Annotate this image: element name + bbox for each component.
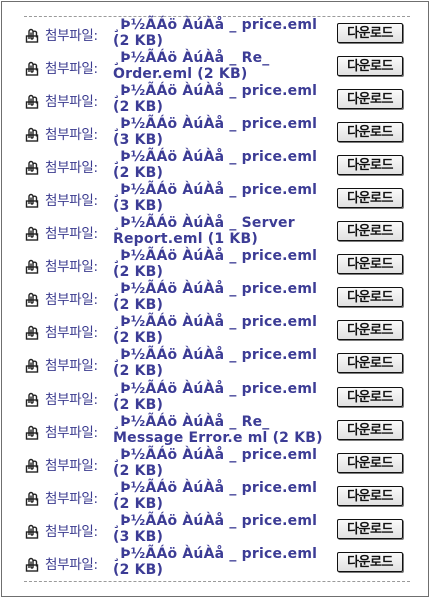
attachment-filename-link[interactable]: ¸Þ½ÃÁö ÀúÀå _ price.eml (2 KB) [113,149,323,181]
paperclip-icon [24,457,40,473]
attachment-list: 첨부파일: ¸Þ½ÃÁö ÀúÀå _ price.eml (2 KB) 다운로… [0,17,432,579]
attachment-label: 첨부파일: [45,358,98,375]
attachment-label: 첨부파일: [45,28,98,44]
attachment-label: 첨부파일: [45,94,98,111]
attachment-filename-link[interactable]: ¸Þ½ÃÁö ÀúÀå _ price.eml (2 KB) [113,248,323,280]
attachment-label: 첨부파일: [45,325,98,342]
attachment-filename-link[interactable]: ¸Þ½ÃÁö ÀúÀå _ price.eml (2 KB) [113,281,323,313]
download-button[interactable]: 다운로드 [337,56,403,77]
paperclip-icon [24,490,40,506]
attachment-label: 첨부파일: [45,127,98,144]
attachment-filename-link[interactable]: ¸Þ½ÃÁö ÀúÀå _ price.eml (2 KB) [113,83,323,115]
attachment-filename-link[interactable]: ¸Þ½ÃÁö ÀúÀå _ price.eml (2 KB) [113,347,323,379]
attachment-label: 첨부파일: [45,391,98,408]
paperclip-icon [24,391,40,407]
attachment-label: 첨부파일: [45,226,98,243]
attachment-row: 첨부파일: ¸Þ½ÃÁö ÀúÀå _ price.eml (3 KB) 다운로… [0,116,432,149]
attachment-label: 첨부파일: [45,523,98,540]
attachment-filename-link[interactable]: ¸Þ½ÃÁö ÀúÀå _ price.eml (2 KB) [113,546,323,578]
attachment-row: 첨부파일: ¸Þ½ÃÁö ÀúÀå _ Server Report.eml (1… [0,215,432,248]
attachment-label: 첨부파일: [45,160,98,177]
paperclip-icon [24,556,40,572]
download-button[interactable]: 다운로드 [337,485,403,506]
attachment-label: 첨부파일: [45,457,98,474]
paperclip-icon [24,258,40,275]
attachment-row: 첨부파일: ¸Þ½ÃÁö ÀúÀå _ price.eml (2 KB) 다운로… [0,546,432,579]
download-button[interactable]: 다운로드 [337,419,403,440]
attachment-row: 첨부파일: ¸Þ½ÃÁö ÀúÀå _ price.eml (2 KB) 다운로… [0,447,432,480]
paperclip-icon [24,225,40,241]
attachment-row: 첨부파일: ¸Þ½ÃÁö ÀúÀå _ Re_ Order.eml (2 KB)… [0,50,432,83]
attachment-label: 첨부파일: [45,556,98,573]
attachment-filename-link[interactable]: ¸Þ½ÃÁö ÀúÀå _ price.eml (2 KB) [113,381,323,413]
paperclip-icon [24,357,40,374]
download-button[interactable]: 다운로드 [337,353,403,374]
attachment-label: 첨부파일: [45,259,98,276]
attachment-filename-link[interactable]: ¸Þ½ÃÁö ÀúÀå _ price.eml (3 KB) [113,116,323,148]
attachment-filename-link[interactable]: ¸Þ½ÃÁö ÀúÀå _ Re_ Message Error.e ml (2 … [113,414,323,446]
paperclip-icon [24,192,40,208]
paperclip-icon [24,126,40,142]
attachment-label: 첨부파일: [45,193,98,210]
download-button[interactable]: 다운로드 [337,386,403,407]
download-button[interactable]: 다운로드 [337,188,403,209]
attachment-row: 첨부파일: ¸Þ½ÃÁö ÀúÀå _ price.eml (2 KB) 다운로… [0,248,432,281]
paperclip-icon [24,324,40,341]
attachment-row: 첨부파일: ¸Þ½ÃÁö ÀúÀå _ price.eml (2 KB) 다운로… [0,381,432,414]
attachment-label: 첨부파일: [45,61,98,78]
download-button[interactable]: 다운로드 [337,320,403,341]
download-button[interactable]: 다운로드 [337,122,403,143]
download-button[interactable]: 다운로드 [337,23,403,43]
paperclip-icon [24,27,40,43]
attachment-row: 첨부파일: ¸Þ½ÃÁö ÀúÀå _ price.eml (2 KB) 다운로… [0,83,432,116]
attachment-row: 첨부파일: ¸Þ½ÃÁö ÀúÀå _ Re_ Message Error.e … [0,414,432,447]
bottom-divider [24,581,410,582]
attachment-filename-link[interactable]: ¸Þ½ÃÁö ÀúÀå _ price.eml (2 KB) [113,17,323,49]
attachment-filename-link[interactable]: ¸Þ½ÃÁö ÀúÀå _ Re_ Order.eml (2 KB) [113,50,323,82]
attachment-filename-link[interactable]: ¸Þ½ÃÁö ÀúÀå _ price.eml (2 KB) [113,447,323,479]
download-button[interactable]: 다운로드 [337,89,403,110]
attachment-row: 첨부파일: ¸Þ½ÃÁö ÀúÀå _ price.eml (2 KB) 다운로… [0,314,432,347]
attachment-row: 첨부파일: ¸Þ½ÃÁö ÀúÀå _ price.eml (2 KB) 다운로… [0,149,432,182]
attachment-label: 첨부파일: [45,292,98,309]
download-button[interactable]: 다운로드 [337,254,403,275]
attachment-filename-link[interactable]: ¸Þ½ÃÁö ÀúÀå _ price.eml (3 KB) [113,513,323,545]
attachment-filename-link[interactable]: ¸Þ½ÃÁö ÀúÀå _ price.eml (3 KB) [113,182,323,214]
download-button[interactable]: 다운로드 [337,221,403,242]
download-button[interactable]: 다운로드 [337,551,403,572]
download-button[interactable]: 다운로드 [337,518,403,539]
attachment-filename-link[interactable]: ¸Þ½ÃÁö ÀúÀå _ price.eml (2 KB) [113,480,323,512]
paperclip-icon [24,93,40,109]
download-button[interactable]: 다운로드 [337,452,403,473]
attachment-row: 첨부파일: ¸Þ½ÃÁö ÀúÀå _ price.eml (2 KB) 다운로… [0,17,432,50]
attachment-row: 첨부파일: ¸Þ½ÃÁö ÀúÀå _ price.eml (3 KB) 다운로… [0,513,432,546]
paperclip-icon [24,523,40,539]
attachment-row: 첨부파일: ¸Þ½ÃÁö ÀúÀå _ price.eml (2 KB) 다운로… [0,347,432,380]
attachment-filename-link[interactable]: ¸Þ½ÃÁö ÀúÀå _ Server Report.eml (1 KB) [113,215,323,247]
attachment-row: 첨부파일: ¸Þ½ÃÁö ÀúÀå _ price.eml (3 KB) 다운로… [0,182,432,215]
download-button[interactable]: 다운로드 [337,287,403,308]
download-button[interactable]: 다운로드 [337,155,403,176]
attachment-filename-link[interactable]: ¸Þ½ÃÁö ÀúÀå _ price.eml (2 KB) [113,314,323,346]
attachment-label: 첨부파일: [45,490,98,507]
paperclip-icon [24,159,40,175]
paperclip-icon [24,60,40,76]
attachment-label: 첨부파일: [45,424,98,441]
attachment-row: 첨부파일: ¸Þ½ÃÁö ÀúÀå _ price.eml (2 KB) 다운로… [0,480,432,513]
paperclip-icon [24,424,40,440]
paperclip-icon [24,291,40,308]
attachment-row: 첨부파일: ¸Þ½ÃÁö ÀúÀå _ price.eml (2 KB) 다운로… [0,281,432,314]
